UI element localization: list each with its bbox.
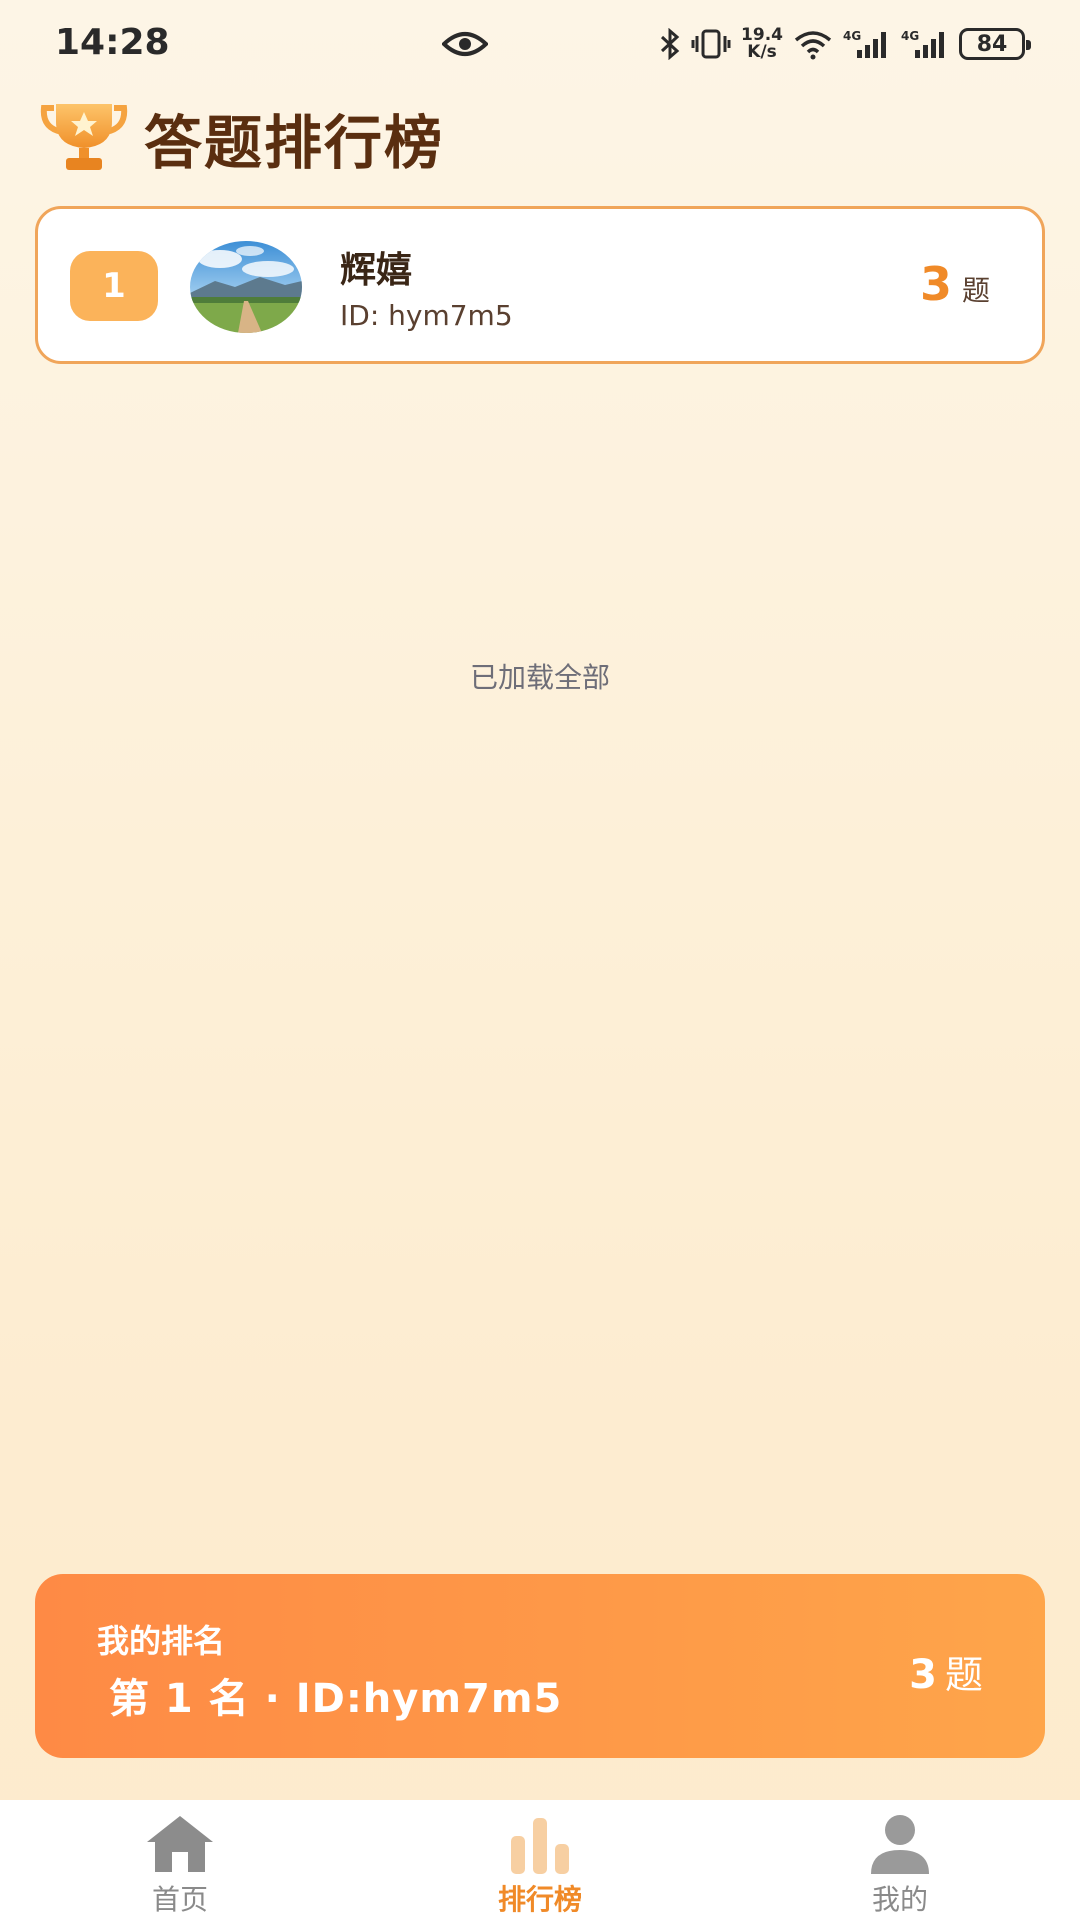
my-rank-detail: 第 1 名 · ID:hym7m5 <box>109 1676 563 1722</box>
eye-icon <box>442 32 488 56</box>
rank-badge: 1 <box>70 251 158 321</box>
my-rank-score: 3 题 <box>909 1644 983 1699</box>
user-id: ID: hym7m5 <box>340 299 513 332</box>
svg-text:4G: 4G <box>901 29 919 43</box>
home-icon <box>147 1816 213 1872</box>
page-header: 答题排行榜 <box>40 100 444 177</box>
vibrate-icon <box>691 29 731 59</box>
avatar-landscape-image <box>190 241 302 333</box>
net-speed: 19.4 K/s <box>741 27 783 61</box>
list-end-text: 已加载全部 <box>469 661 610 694</box>
user-name: 辉嬉 <box>340 250 413 291</box>
score-value: 3 <box>919 257 952 311</box>
user-icon <box>871 1815 929 1874</box>
status-icons: 19.4 K/s 4G 4G 84 <box>659 26 1031 62</box>
nav-label-rank: 排行榜 <box>497 1883 582 1916</box>
page-title: 答题排行榜 <box>144 109 445 177</box>
bar-chart-icon <box>511 1818 569 1874</box>
svg-text:4G: 4G <box>843 29 861 43</box>
my-rank-score-value: 3 <box>909 1652 937 1698</box>
status-bar: 14:28 19.4 K/s 4G 4G 84 <box>0 0 1080 90</box>
nav-item-mine[interactable]: 我的 <box>720 1800 1080 1920</box>
signal-4g-icon: 4G <box>843 29 886 58</box>
my-rank-label: 我的排名 <box>97 1622 226 1660</box>
signal-4g-icon: 4G <box>901 29 944 58</box>
status-time: 14:28 <box>55 22 170 63</box>
net-speed-unit: K/s <box>747 42 777 62</box>
nav-item-rank[interactable]: 排行榜 <box>360 1800 720 1920</box>
bottom-nav: 首页 排行榜 我的 <box>0 1800 1080 1920</box>
trophy-icon <box>40 104 128 170</box>
battery-icon: 84 <box>959 28 1031 60</box>
leaderboard-row[interactable]: 1 辉嬉 ID: hym7m5 3 题 <box>35 206 1045 364</box>
wifi-icon <box>794 31 832 60</box>
nav-label-home: 首页 <box>151 1883 208 1916</box>
avatar <box>190 241 302 333</box>
nav-item-home[interactable]: 首页 <box>0 1800 360 1920</box>
my-rank-score-unit: 题 <box>944 1653 983 1697</box>
nav-label-mine: 我的 <box>871 1883 928 1916</box>
battery-level: 84 <box>976 31 1008 57</box>
score: 3 题 <box>920 257 990 311</box>
bluetooth-icon <box>661 28 680 60</box>
score-unit: 题 <box>961 274 990 307</box>
my-rank-banner[interactable]: 我的排名 第 1 名 · ID:hym7m5 3 题 <box>35 1574 1045 1758</box>
